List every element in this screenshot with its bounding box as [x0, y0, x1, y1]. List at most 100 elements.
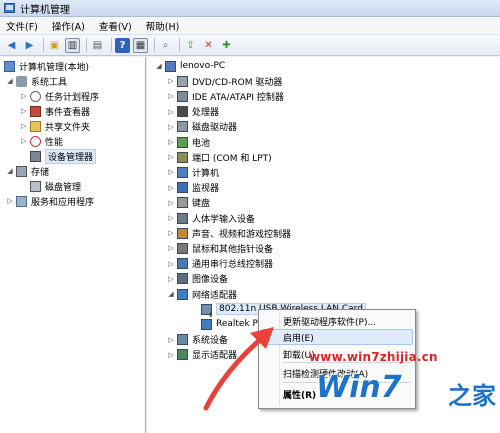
expand-toggle[interactable]: ▷ [20, 107, 28, 115]
expand-toggle[interactable]: ◢ [6, 77, 14, 85]
device-tree-item[interactable]: ▷ 通用串行总线控制器 [167, 257, 273, 271]
enable-device-icon[interactable]: ✚ [219, 38, 234, 53]
tree-item-storage[interactable]: ◢ 存储 [6, 164, 49, 178]
computer-icon [165, 60, 176, 72]
device-tree-item[interactable]: ◢ lenovo-PC [155, 59, 225, 73]
expand-toggle[interactable]: ▷ [20, 137, 28, 145]
sound-icon [177, 227, 188, 239]
device-label: 图像设备 [192, 275, 229, 286]
device-label: 监视器 [192, 184, 220, 195]
device-label: 鼠标和其他指针设备 [192, 244, 274, 255]
expand-toggle[interactable]: ▷ [167, 123, 175, 131]
expand-toggle[interactable]: ▷ [167, 275, 175, 283]
title-bar: 计算机管理 [0, 0, 500, 17]
clock-icon [30, 90, 41, 102]
tree-item-device-manager[interactable]: 设备管理器 [30, 148, 97, 164]
menu-item-enable[interactable]: 启用(E) [283, 330, 314, 344]
expand-toggle[interactable]: ▷ [167, 244, 175, 252]
network-icon [177, 288, 188, 300]
tree-item-disk-management[interactable]: 磁盘管理 [30, 179, 81, 193]
device-tree-item[interactable]: ▷ IDE ATA/ATAPI 控制器 [167, 89, 284, 103]
back-icon[interactable]: ◀ [4, 38, 19, 53]
expand-toggle[interactable]: ▷ [167, 229, 175, 237]
tree-label: 磁盘管理 [45, 182, 82, 193]
up-folder-icon[interactable]: ▣ [47, 38, 62, 53]
update-driver-icon[interactable]: ⇪ [183, 38, 198, 53]
expand-toggle[interactable]: ▷ [167, 214, 175, 222]
device-tree-item[interactable]: ▷ 磁盘驱动器 [167, 120, 237, 134]
network-adapter-icon [201, 318, 212, 330]
tree-item-performance[interactable]: ▷ 性能 [20, 134, 63, 148]
device-label: 声音、视频和游戏控制器 [192, 229, 292, 240]
device-tree-item[interactable]: ◢ 网络适配器 [167, 287, 237, 301]
device-tree-item[interactable]: ▷ 图像设备 [167, 272, 228, 286]
expand-toggle[interactable]: ◢ [167, 290, 175, 298]
watermark: www.win7zhijia.cn Win7 之家 [298, 350, 498, 430]
menu-item-update-driver[interactable]: 更新驱动程序软件(P)... [283, 314, 376, 328]
usb-icon [177, 258, 188, 270]
tree-item-shared-folders[interactable]: ▷ 共享文件夹 [20, 119, 90, 133]
tree-label: 事件查看器 [45, 107, 91, 118]
expand-toggle[interactable]: ▷ [167, 77, 175, 85]
device-tree-item[interactable]: ▷ 监视器 [167, 181, 219, 195]
device-tree-item[interactable]: ▷ 显示适配器 [167, 348, 237, 362]
toolbar-separator [111, 38, 112, 52]
tree-label: 性能 [45, 137, 64, 148]
device-tree-item[interactable]: ▷ 系统设备 [167, 333, 228, 347]
console-tree: 计算机管理(本地) ◢ 系统工具 ▷ 任务计划程序 ▷ 事件查看器 ▷ 共享文件… [0, 57, 146, 433]
expand-toggle[interactable]: ▷ [167, 92, 175, 100]
expand-toggle[interactable]: ▷ [6, 197, 14, 205]
battery-icon [177, 136, 188, 148]
expand-toggle[interactable]: ◢ [155, 62, 163, 70]
dvd-icon [177, 75, 188, 87]
show-hide-tree-icon[interactable]: ▥ [65, 37, 80, 53]
device-tree-item[interactable]: ▷ DVD/CD-ROM 驱动器 [167, 74, 282, 88]
expand-toggle[interactable]: ▷ [167, 168, 175, 176]
menu-view[interactable]: 查看(V) [99, 19, 132, 33]
expand-toggle[interactable]: ▷ [167, 153, 175, 161]
properties-icon[interactable]: ▤ [90, 38, 105, 53]
device-tree-item[interactable]: ▷ 电池 [167, 135, 210, 149]
menu-help[interactable]: 帮助(H) [146, 19, 180, 33]
network-adapter-disabled-icon: ↓ [201, 303, 214, 319]
scan-hardware-icon[interactable]: ⌕ [158, 38, 173, 53]
port-icon [177, 151, 188, 163]
expand-toggle[interactable]: ▷ [167, 351, 175, 359]
expand-toggle[interactable]: ▷ [167, 138, 175, 146]
help-icon[interactable]: ? [115, 37, 130, 53]
expand-toggle[interactable]: ▷ [167, 184, 175, 192]
device-tree-item[interactable]: ▷ 端口 (COM 和 LPT) [167, 150, 272, 164]
tree-item-event-viewer[interactable]: ▷ 事件查看器 [20, 104, 90, 118]
tree-item-computer-management[interactable]: 计算机管理(本地) [4, 59, 89, 73]
expand-toggle[interactable]: ▷ [20, 122, 28, 130]
device-tree-item[interactable]: ▷ 计算机 [167, 165, 219, 179]
device-label: 系统设备 [192, 336, 229, 347]
uninstall-icon[interactable]: ✕ [201, 38, 216, 53]
menu-action[interactable]: 操作(A) [52, 19, 85, 33]
device-tree-item[interactable]: Realtek PCI [191, 317, 267, 331]
forward-icon[interactable]: ▶ [22, 38, 37, 53]
action-pane-icon[interactable]: ▦ [133, 37, 148, 53]
tree-label: 服务和应用程序 [31, 197, 95, 208]
device-tree-item[interactable]: ▷ 键盘 [167, 196, 210, 210]
expand-toggle[interactable]: ◢ [6, 167, 14, 175]
tree-item-services-and-applications[interactable]: ▷ 服务和应用程序 [6, 194, 94, 208]
device-tree-item[interactable]: ▷ 处理器 [167, 105, 219, 119]
menu-bar: 文件(F) 操作(A) 查看(V) 帮助(H) [0, 17, 500, 35]
expand-toggle[interactable]: ▷ [167, 336, 175, 344]
performance-icon [30, 135, 41, 147]
menu-file[interactable]: 文件(F) [6, 19, 38, 33]
tree-label: 计算机管理(本地) [19, 62, 90, 73]
tree-item-task-scheduler[interactable]: ▷ 任务计划程序 [20, 89, 99, 103]
device-tree-item[interactable]: ▷ 鼠标和其他指针设备 [167, 241, 273, 255]
camera-icon [177, 273, 188, 285]
device-tree-item[interactable]: ▷ 声音、视频和游戏控制器 [167, 226, 291, 240]
tree-label: 任务计划程序 [45, 92, 100, 103]
device-manager-icon [30, 150, 41, 162]
expand-toggle[interactable]: ▷ [20, 92, 28, 100]
expand-toggle[interactable]: ▷ [167, 108, 175, 116]
tree-item-system-tools[interactable]: ◢ 系统工具 [6, 74, 67, 88]
device-tree-item[interactable]: ▷ 人体学输入设备 [167, 211, 255, 225]
expand-toggle[interactable]: ▷ [167, 199, 175, 207]
expand-toggle[interactable]: ▷ [167, 260, 175, 268]
